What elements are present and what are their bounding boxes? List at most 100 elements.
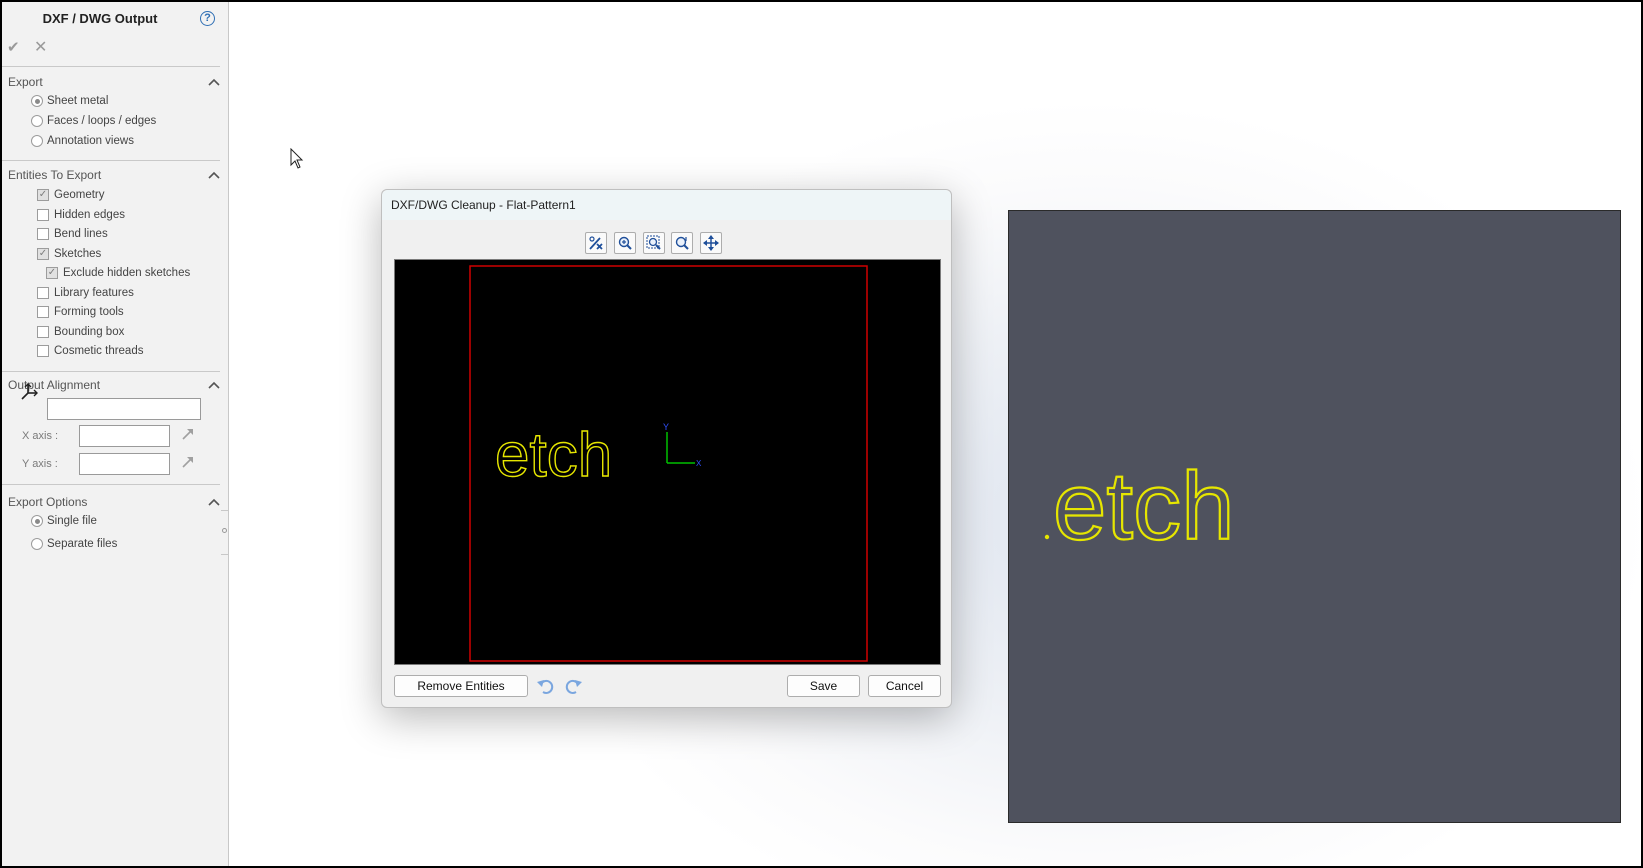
- divider: [0, 160, 220, 161]
- option-label: Separate files: [47, 538, 118, 550]
- radio-button[interactable]: [31, 95, 43, 107]
- divider: [0, 484, 220, 485]
- save-button[interactable]: Save: [787, 675, 860, 697]
- zoom-to-fit-button[interactable]: [643, 232, 665, 254]
- alignment-origin-field[interactable]: [47, 398, 201, 420]
- cancel-button[interactable]: Cancel: [868, 675, 941, 697]
- option-label: Annotation views: [47, 135, 134, 147]
- panel-collapse-handle[interactable]: [221, 510, 229, 555]
- reverse-direction-icon[interactable]: [180, 454, 196, 470]
- zoom-area-icon: [675, 236, 689, 250]
- remove-entity-button[interactable]: [585, 232, 607, 254]
- checkbox[interactable]: [37, 345, 49, 357]
- option-label: Library features: [54, 287, 134, 299]
- etch-text: etch: [1053, 453, 1234, 560]
- zoom-in-icon: [618, 236, 632, 250]
- option-label: Exclude hidden sketches: [63, 267, 191, 279]
- zoom-in-button[interactable]: [614, 232, 636, 254]
- pan-icon: [703, 235, 719, 251]
- remove-entity-icon: [589, 236, 603, 250]
- option-label: Faces / loops / edges: [47, 115, 157, 127]
- help-icon[interactable]: ?: [200, 11, 215, 26]
- divider: [0, 371, 220, 372]
- coordinate-system-icon: [21, 383, 38, 400]
- reverse-direction-icon[interactable]: [180, 426, 196, 442]
- option-label: Geometry: [54, 189, 105, 201]
- option-label: Sheet metal: [47, 95, 109, 107]
- option-label: Bend lines: [54, 228, 108, 240]
- chevron-up-icon[interactable]: [208, 380, 220, 390]
- panel-title: DXF / DWG Output: [42, 11, 158, 26]
- option-label: Single file: [47, 515, 97, 527]
- pan-button[interactable]: [700, 232, 722, 254]
- checkbox-library-features[interactable]: Library features: [37, 287, 134, 299]
- section-header-export-options[interactable]: Export Options: [8, 495, 220, 509]
- checkbox[interactable]: ✓: [37, 248, 49, 260]
- checkbox-bend-lines[interactable]: Bend lines: [37, 228, 108, 240]
- checkbox[interactable]: [37, 326, 49, 338]
- checkbox[interactable]: [37, 306, 49, 318]
- checkbox[interactable]: ✓: [37, 189, 49, 201]
- checkbox-forming-tools[interactable]: Forming tools: [37, 306, 124, 318]
- flat-pattern-model[interactable]: etch: [1008, 210, 1621, 823]
- property-manager-panel: DXF / DWG Output ? ✔ ✕ Export Sheet meta…: [0, 0, 229, 868]
- checkbox[interactable]: ✓: [46, 267, 58, 279]
- x-axis-label: X axis :: [22, 430, 59, 442]
- checkbox[interactable]: [37, 209, 49, 221]
- checkbox[interactable]: [37, 228, 49, 240]
- section-header-output-alignment[interactable]: Output Alignment: [8, 378, 220, 392]
- chevron-up-icon[interactable]: [208, 170, 220, 180]
- y-axis-field[interactable]: [79, 453, 170, 475]
- radio-button[interactable]: [31, 538, 43, 550]
- checkbox-sketches[interactable]: ✓ Sketches: [37, 248, 101, 260]
- axis-y-label: Y: [663, 422, 669, 432]
- dialog-titlebar[interactable]: DXF/DWG Cleanup - Flat-Pattern1: [382, 190, 951, 220]
- ok-checkmark-icon[interactable]: ✔: [7, 38, 20, 56]
- checkbox-cosmetic-threads[interactable]: Cosmetic threads: [37, 345, 143, 357]
- x-axis-field[interactable]: [79, 425, 170, 447]
- preview-etch-text: etch: [495, 421, 612, 490]
- section-label: Export Options: [8, 495, 88, 509]
- y-axis-label: Y axis :: [22, 458, 58, 470]
- checkbox-hidden-edges[interactable]: Hidden edges: [37, 209, 125, 221]
- radio-faces-loops-edges[interactable]: Faces / loops / edges: [31, 115, 156, 127]
- option-label: Bounding box: [54, 326, 125, 338]
- dialog-title: DXF/DWG Cleanup - Flat-Pattern1: [391, 198, 576, 212]
- section-label: Entities To Export: [8, 168, 102, 182]
- dxf-cleanup-dialog: DXF/DWG Cleanup - Flat-Pattern1 etch Y X…: [381, 189, 952, 708]
- chevron-up-icon[interactable]: [208, 497, 220, 507]
- section-label: Export: [8, 75, 43, 89]
- radio-button[interactable]: [31, 515, 43, 527]
- zoom-to-fit-icon: [646, 235, 661, 250]
- redo-icon[interactable]: [564, 676, 584, 696]
- undo-icon[interactable]: [535, 676, 555, 696]
- radio-separate-files[interactable]: Separate files: [31, 538, 117, 550]
- radio-sheet-metal[interactable]: Sheet metal: [31, 95, 108, 107]
- section-header-export[interactable]: Export: [8, 75, 220, 89]
- close-icon[interactable]: ✕: [34, 37, 47, 57]
- chevron-up-icon[interactable]: [208, 77, 220, 87]
- etch-period-mark: [1044, 534, 1050, 540]
- preview-canvas[interactable]: etch Y X: [394, 259, 941, 665]
- origin-axis-triad: Y X: [663, 422, 702, 468]
- radio-annotation-views[interactable]: Annotation views: [31, 135, 134, 147]
- checkbox-geometry[interactable]: ✓ Geometry: [37, 189, 105, 201]
- checkbox-bounding-box[interactable]: Bounding box: [37, 326, 124, 338]
- checkbox-exclude-hidden-sketches[interactable]: ✓ Exclude hidden sketches: [46, 267, 190, 279]
- checkbox[interactable]: [37, 287, 49, 299]
- model-etch-text: etch: [1044, 452, 1236, 561]
- section-header-entities[interactable]: Entities To Export: [8, 168, 220, 182]
- option-label: Hidden edges: [54, 209, 125, 221]
- radio-button[interactable]: [31, 115, 43, 127]
- option-label: Forming tools: [54, 306, 124, 318]
- handle-dot: [222, 528, 227, 533]
- radio-single-file[interactable]: Single file: [31, 515, 97, 527]
- option-label: Sketches: [54, 248, 102, 260]
- option-label: Cosmetic threads: [54, 345, 144, 357]
- remove-entities-button[interactable]: Remove Entities: [394, 675, 528, 697]
- mouse-pointer-icon: [290, 148, 304, 169]
- radio-button[interactable]: [31, 135, 43, 147]
- divider: [0, 66, 220, 67]
- axis-x-label: X: [696, 459, 702, 468]
- zoom-area-button[interactable]: [671, 232, 693, 254]
